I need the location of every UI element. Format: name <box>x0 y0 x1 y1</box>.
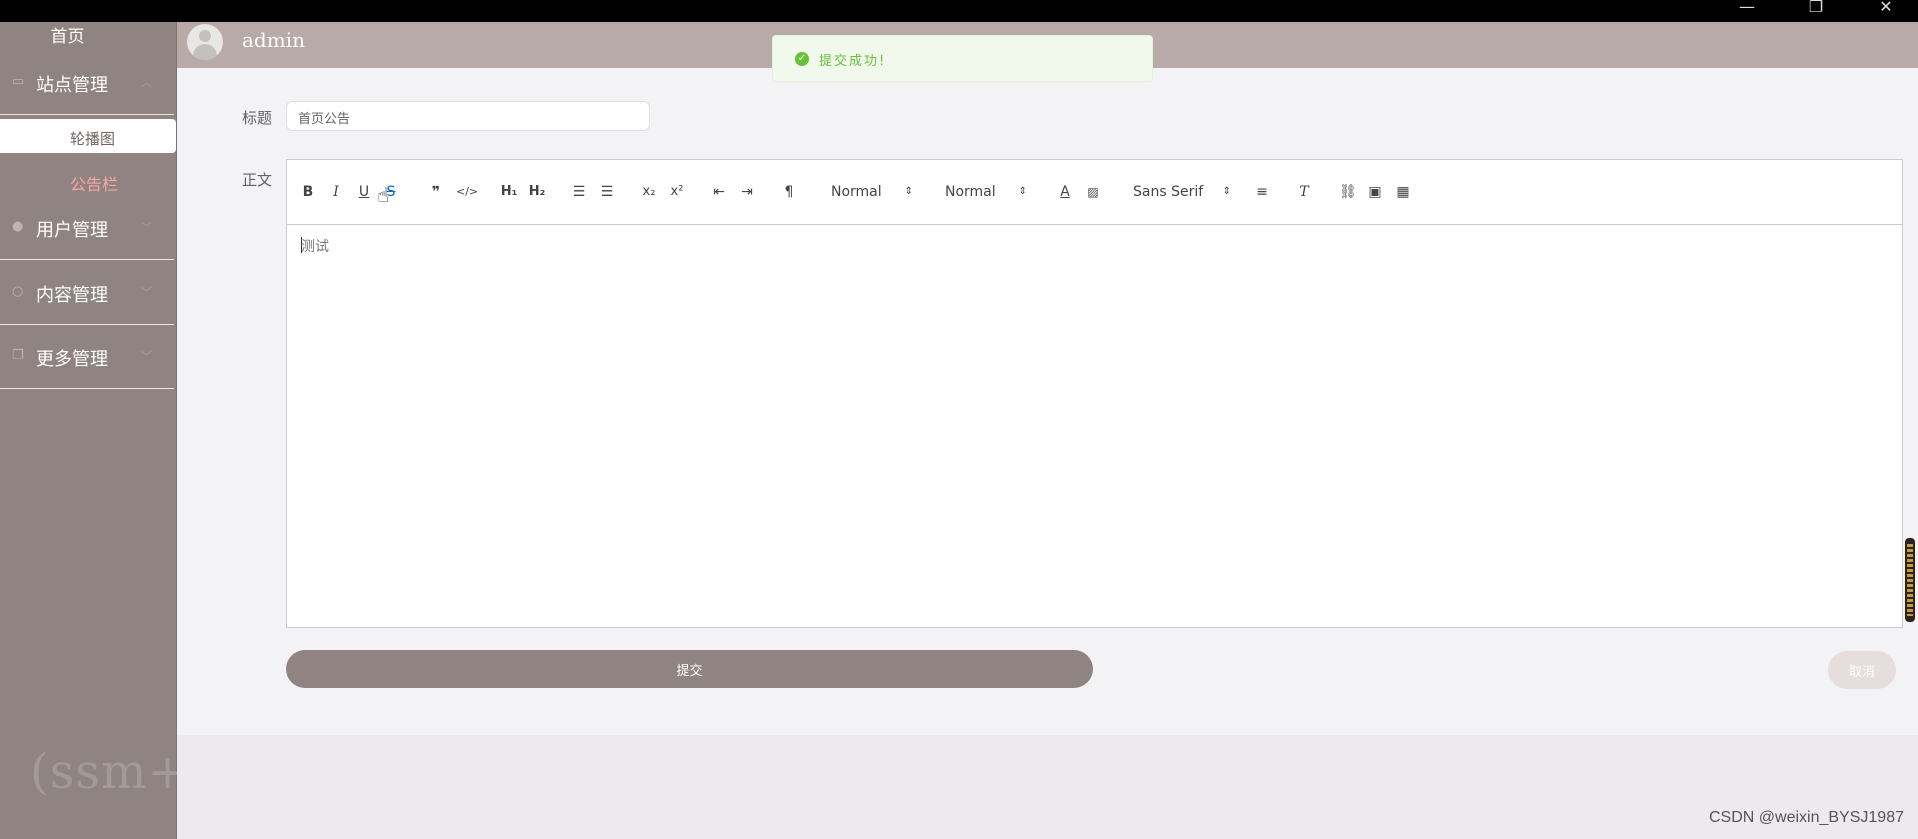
sidebar-group-label: 内容管理 <box>36 285 108 306</box>
window-title-bar: — ❐ ✕ <box>0 0 1918 22</box>
clear-format-icon[interactable]: T <box>1296 182 1312 202</box>
sidebar-group-label: 站点管理 <box>36 75 108 96</box>
check-icon: ✓ <box>795 52 809 66</box>
watermark-text: CSDN @weixin_BYSJ1987 <box>1709 809 1904 826</box>
success-toast: ✓ 提交成功! <box>772 35 1153 82</box>
bullet-list-icon[interactable]: ☰ <box>598 182 616 202</box>
toast-message: 提交成功! <box>819 54 887 69</box>
image-icon[interactable]: ▣ <box>1367 182 1383 202</box>
header2-icon[interactable]: H₂ <box>526 182 548 202</box>
chevron-down-icon: ﹀ <box>141 286 152 299</box>
superscript-icon[interactable]: x² <box>668 182 686 202</box>
sidebar-item-notice[interactable]: 公告栏 <box>70 171 118 195</box>
italic-icon[interactable]: I <box>329 182 343 202</box>
monitor-icon: ▭ <box>12 74 25 89</box>
align-icon[interactable]: ≡ <box>1254 182 1270 202</box>
sidebar-item-label: 轮播图 <box>70 130 116 148</box>
minimize-button[interactable]: — <box>1727 0 1767 22</box>
link-icon[interactable]: ⛓ <box>1339 182 1357 202</box>
title-input[interactable]: 首页公告 <box>286 101 650 131</box>
header-select-value: Normal <box>831 184 882 200</box>
sidebar: 首页 ▭ 站点管理 ︿ 轮播图 公告栏 ● 用户管理 ﹀ ○ 内容管理 ﹀ ❐ … <box>0 22 188 839</box>
select-arrow-icon: ⇕ <box>904 186 913 197</box>
sidebar-group-users[interactable]: ● 用户管理 ﹀ <box>0 197 174 260</box>
chevron-down-icon: ﹀ <box>141 350 152 363</box>
title-input-value: 首页公告 <box>298 112 351 127</box>
ordered-list-icon[interactable]: ☰ <box>570 182 588 202</box>
subscript-icon[interactable]: x₂ <box>640 182 658 202</box>
background-color-icon[interactable]: ▨ <box>1085 182 1101 202</box>
editor-content[interactable]: 测试 <box>301 236 329 256</box>
rich-text-editor[interactable]: B I U S ❞ </> H₁ H₂ ☰ ☰ x₂ x² ⇤ ⇥ ¶ Norm… <box>286 159 1903 628</box>
sidebar-group-more[interactable]: ❐ 更多管理 ﹀ <box>0 326 174 389</box>
header1-icon[interactable]: H₁ <box>498 182 520 202</box>
code-block-icon[interactable]: </> <box>456 182 478 202</box>
title-label: 标题 <box>242 109 273 127</box>
avatar-body <box>193 44 217 60</box>
blockquote-icon[interactable]: ❞ <box>428 182 444 202</box>
indent-icon[interactable]: ⇥ <box>738 182 756 202</box>
sidebar-group-content[interactable]: ○ 内容管理 ﹀ <box>0 262 174 325</box>
chevron-up-icon: ︿ <box>141 76 152 89</box>
sidebar-group-label: 用户管理 <box>36 220 108 241</box>
copy-icon: ❐ <box>12 348 24 363</box>
sidebar-item-home[interactable]: 首页 <box>0 22 135 52</box>
bottom-band <box>177 735 1918 839</box>
editor-toolbar: B I U S ❞ </> H₁ H₂ ☰ ☰ x₂ x² ⇤ ⇥ ¶ Norm… <box>287 160 1902 225</box>
close-button[interactable]: ✕ <box>1866 0 1906 22</box>
restore-button[interactable]: ❐ <box>1796 0 1836 22</box>
select-arrow-icon: ⇕ <box>1018 186 1027 197</box>
body-label: 正文 <box>242 171 273 189</box>
select-arrow-icon: ⇕ <box>1222 186 1231 197</box>
username: admin <box>242 28 305 52</box>
hand-cursor-icon: ☝ <box>377 183 390 207</box>
chat-icon: ○ <box>12 284 24 299</box>
video-icon[interactable]: ▦ <box>1395 182 1411 202</box>
sidebar-group-label: 更多管理 <box>36 349 108 370</box>
background-text: (ssm+ <box>30 744 189 800</box>
submit-button[interactable]: 提交 <box>286 650 1093 688</box>
sidebar-group-site[interactable]: ▭ 站点管理 ︿ <box>0 52 174 115</box>
size-select[interactable]: Normal ⇕ <box>945 182 1027 202</box>
user-icon: ● <box>12 219 24 234</box>
header-select[interactable]: Normal ⇕ <box>831 182 913 202</box>
text-direction-icon[interactable]: ¶ <box>780 182 798 202</box>
bold-icon[interactable]: B <box>301 182 315 202</box>
scrollbar[interactable] <box>1905 538 1915 622</box>
font-select-value: Sans Serif <box>1133 184 1204 200</box>
underline-icon[interactable]: U <box>357 182 371 202</box>
font-select[interactable]: Sans Serif ⇕ <box>1133 182 1231 202</box>
avatar-head <box>199 30 211 42</box>
chevron-down-icon: ﹀ <box>141 221 152 234</box>
avatar[interactable] <box>187 24 223 60</box>
outdent-icon[interactable]: ⇤ <box>710 182 728 202</box>
size-select-value: Normal <box>945 184 996 200</box>
font-color-icon[interactable]: A <box>1057 182 1073 202</box>
cancel-button[interactable]: 取消 <box>1828 651 1896 689</box>
sidebar-item-carousel[interactable]: 轮播图 <box>0 119 176 153</box>
